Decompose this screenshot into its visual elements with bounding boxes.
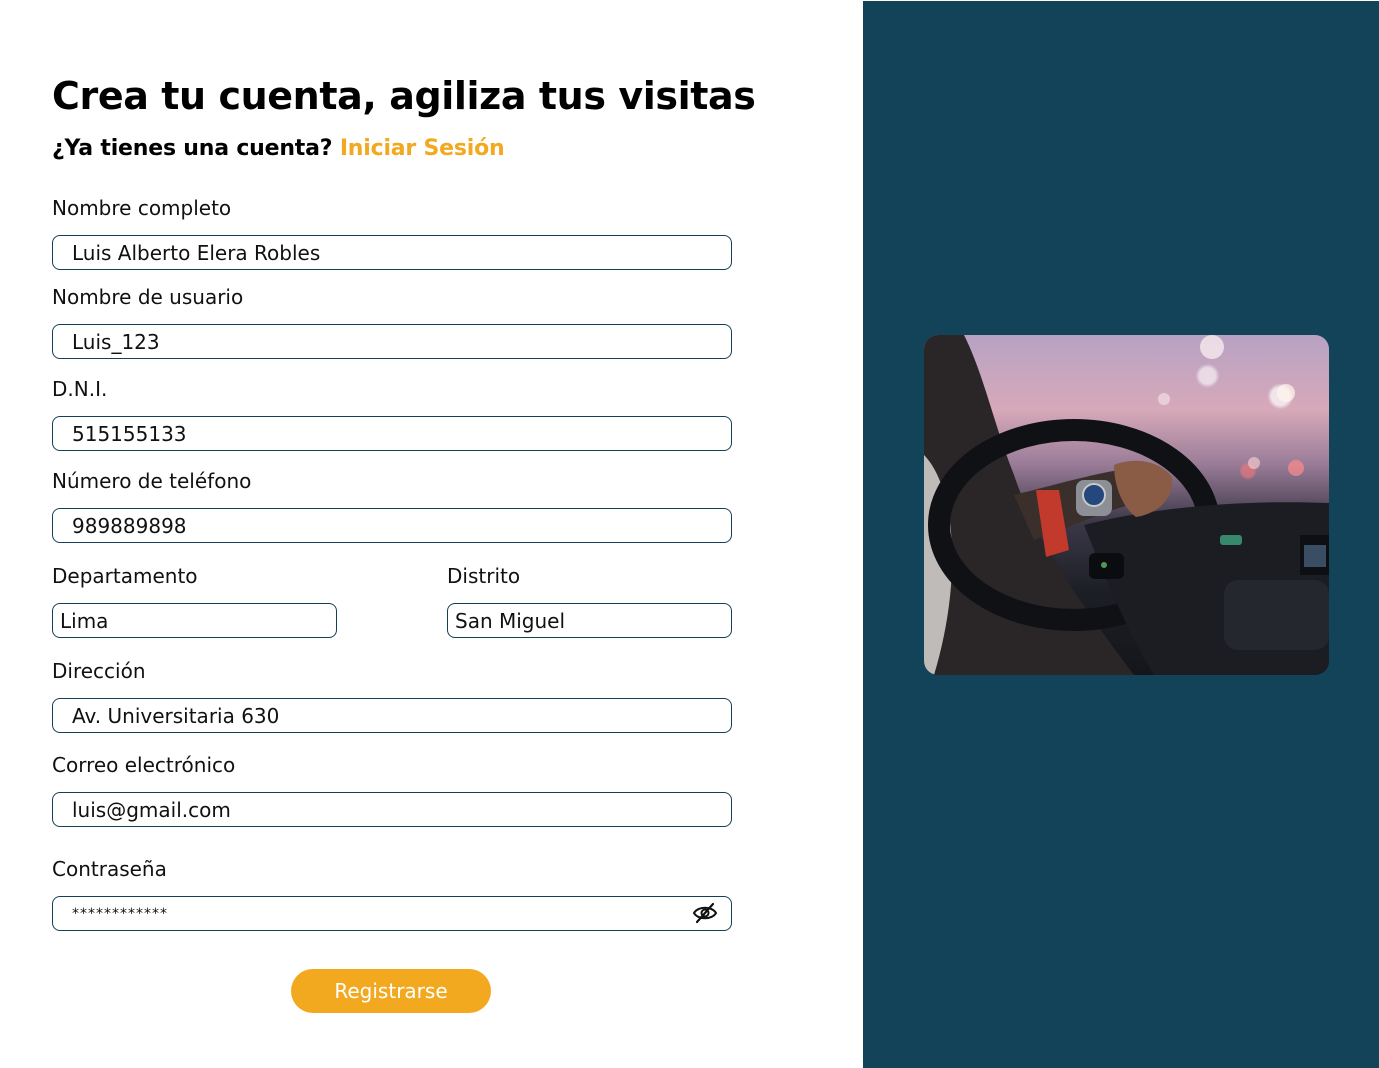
phone-input[interactable] (52, 508, 732, 543)
full-name-input[interactable] (52, 235, 732, 270)
dni-input[interactable] (52, 416, 732, 451)
district-input[interactable] (447, 603, 732, 638)
eye-slash-icon[interactable] (692, 901, 718, 925)
district-label: Distrito (447, 564, 521, 588)
driver-scene-image (924, 335, 1329, 675)
full-name-label: Nombre completo (52, 196, 232, 220)
side-panel (863, 1, 1379, 1068)
page-title: Crea tu cuenta, agiliza tus visitas (52, 74, 756, 118)
email-input[interactable] (52, 792, 732, 827)
login-question: ¿Ya tienes una cuenta? (52, 136, 333, 161)
department-input[interactable] (52, 603, 337, 638)
address-input[interactable] (52, 698, 732, 733)
login-link[interactable]: Iniciar Sesión (340, 136, 505, 161)
password-input[interactable] (52, 896, 732, 931)
register-form-panel: Crea tu cuenta, agiliza tus visitas ¿Ya … (0, 0, 863, 1068)
username-input[interactable] (52, 324, 732, 359)
username-label: Nombre de usuario (52, 285, 244, 309)
dni-label: D.N.I. (52, 377, 108, 401)
driver-photo (924, 335, 1329, 675)
password-label: Contraseña (52, 857, 167, 881)
login-prompt: ¿Ya tienes una cuenta? Iniciar Sesión (52, 136, 505, 161)
department-label: Departamento (52, 564, 198, 588)
email-label: Correo electrónico (52, 753, 236, 777)
register-button[interactable]: Registrarse (291, 969, 491, 1013)
phone-label: Número de teléfono (52, 469, 252, 493)
address-label: Dirección (52, 659, 146, 683)
